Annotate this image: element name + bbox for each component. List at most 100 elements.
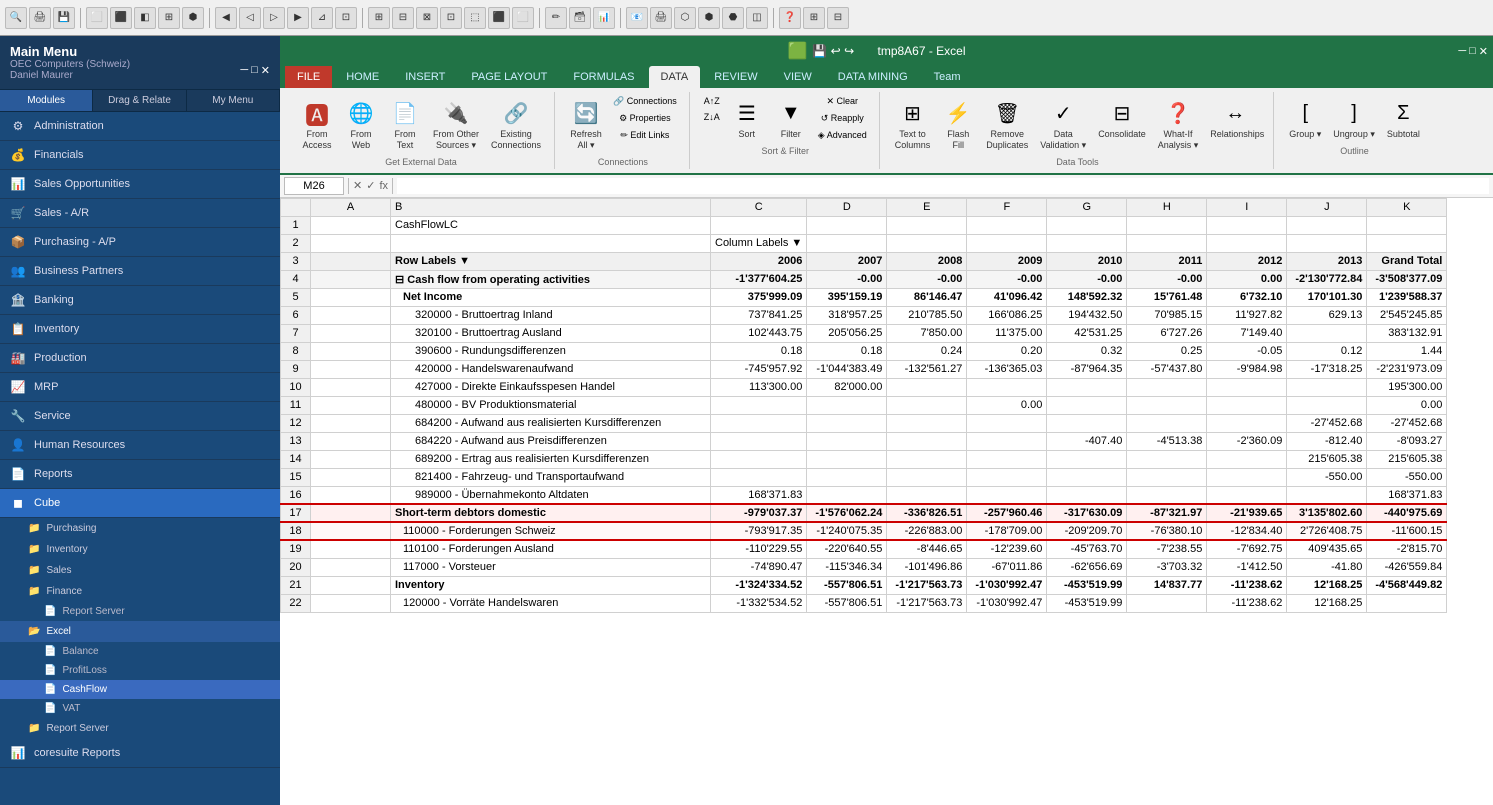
cell-i16[interactable] (1207, 486, 1287, 504)
cell-c19[interactable]: -110'229.55 (711, 540, 807, 558)
cell-j2[interactable] (1287, 234, 1367, 252)
ribbon-tab-page-layout[interactable]: PAGE LAYOUT (459, 66, 559, 88)
cell-i5[interactable]: 6'732.10 (1207, 288, 1287, 306)
sidebar-item-human-resources[interactable]: 👤 Human Resources (0, 431, 280, 460)
cell-h6[interactable]: 70'985.15 (1127, 306, 1207, 324)
ribbon-btn-text-to-columns[interactable]: ⊞ Text toColumns (890, 94, 936, 154)
cell-b6[interactable]: 320000 - Bruttoertrag Inland (391, 306, 711, 324)
cell-d12[interactable] (807, 414, 887, 432)
cell-c4[interactable]: -1'377'604.25 (711, 270, 807, 288)
cell-i7[interactable]: 7'149.40 (1207, 324, 1287, 342)
ribbon-tab-data[interactable]: DATA (649, 66, 701, 88)
cancel-formula-icon[interactable]: ✕ (353, 179, 362, 192)
cell-g11[interactable] (1047, 396, 1127, 414)
cell-i19[interactable]: -7'692.75 (1207, 540, 1287, 558)
toolbar-btn-db[interactable]: 🗃 (569, 7, 591, 29)
cell-e21[interactable]: -1'217'563.73 (887, 576, 967, 594)
col-header-g[interactable]: G (1047, 198, 1127, 216)
cell-d22[interactable]: -557'806.51 (807, 594, 887, 612)
cell-e20[interactable]: -101'496.86 (887, 558, 967, 576)
sidebar-item-business-partners[interactable]: 👥 Business Partners (0, 257, 280, 286)
cell-f17[interactable]: -257'960.46 (967, 504, 1047, 522)
cell-k17[interactable]: -440'975.69 (1367, 504, 1447, 522)
cell-i18[interactable]: -12'834.40 (1207, 522, 1287, 540)
ribbon-btn-relationships[interactable]: ↔ Relationships (1205, 94, 1265, 143)
cell-i9[interactable]: -9'984.98 (1207, 360, 1287, 378)
cell-a13[interactable] (311, 432, 391, 450)
sidebar-item-purchasing[interactable]: 📦 Purchasing - A/P (0, 228, 280, 257)
ribbon-btn-from-web[interactable]: 🌐 FromWeb (340, 94, 382, 154)
cell-k5[interactable]: 1'239'588.37 (1367, 288, 1447, 306)
cell-e3[interactable]: 2008 (887, 252, 967, 270)
cell-e4[interactable]: -0.00 (887, 270, 967, 288)
cell-h16[interactable] (1127, 486, 1207, 504)
cell-c10[interactable]: 113'300.00 (711, 378, 807, 396)
cell-a7[interactable] (311, 324, 391, 342)
cell-k15[interactable]: -550.00 (1367, 468, 1447, 486)
ribbon-btn-from-access[interactable]: 🅰 FromAccess (296, 94, 338, 154)
cell-f15[interactable] (967, 468, 1047, 486)
cell-a9[interactable] (311, 360, 391, 378)
sidebar-item-report-server-2[interactable]: 📁 Report Server (0, 718, 280, 739)
sidebar-item-service[interactable]: 🔧 Service (0, 402, 280, 431)
col-header-i[interactable]: I (1207, 198, 1287, 216)
undo-icon[interactable]: ↩ (831, 44, 841, 58)
cell-h12[interactable] (1127, 414, 1207, 432)
cell-e13[interactable] (887, 432, 967, 450)
cell-b21[interactable]: Inventory (391, 576, 711, 594)
win-maximize-btn[interactable]: □ (1469, 45, 1476, 58)
cell-f13[interactable] (967, 432, 1047, 450)
cell-c6[interactable]: 737'841.25 (711, 306, 807, 324)
cell-f18[interactable]: -178'709.00 (967, 522, 1047, 540)
ribbon-btn-advanced[interactable]: ◈ Advanced (814, 128, 871, 143)
sidebar-scroll-area[interactable]: ⚙ Administration 💰 Financials 📊 Sales Op… (0, 112, 280, 805)
cell-b22[interactable]: 120000 - Vorräte Handelswaren (391, 594, 711, 612)
cell-c21[interactable]: -1'324'334.52 (711, 576, 807, 594)
cell-b3[interactable]: Row Labels ▼ (391, 252, 711, 270)
cell-j17[interactable]: 3'135'802.60 (1287, 504, 1367, 522)
sidebar-item-reports[interactable]: 📄 Reports (0, 460, 280, 489)
cell-h2[interactable] (1127, 234, 1207, 252)
cell-i13[interactable]: -2'360.09 (1207, 432, 1287, 450)
cell-f20[interactable]: -67'011.86 (967, 558, 1047, 576)
redo-icon[interactable]: ↪ (844, 44, 854, 58)
ribbon-tab-file[interactable]: FILE (285, 66, 332, 88)
cell-b13[interactable]: 684220 - Aufwand aus Preisdifferenzen (391, 432, 711, 450)
cell-e16[interactable] (887, 486, 967, 504)
cell-b10[interactable]: 427000 - Direkte Einkaufsspesen Handel (391, 378, 711, 396)
col-header-h[interactable]: H (1127, 198, 1207, 216)
toolbar-btn-6[interactable]: ◀ (215, 7, 237, 29)
cell-d21[interactable]: -557'806.51 (807, 576, 887, 594)
cell-b16[interactable]: 989000 - Übernahmekonto Altdaten (391, 486, 711, 504)
cell-e15[interactable] (887, 468, 967, 486)
spreadsheet-container[interactable]: A B C D E F G H I J K (280, 198, 1493, 805)
ribbon-btn-what-if[interactable]: ❓ What-IfAnalysis ▾ (1153, 94, 1204, 154)
cell-h3[interactable]: 2011 (1127, 252, 1207, 270)
toolbar-btn-13[interactable]: ⊠ (416, 7, 438, 29)
sidebar-item-inventory[interactable]: 📋 Inventory (0, 315, 280, 344)
cell-i12[interactable] (1207, 414, 1287, 432)
cell-d17[interactable]: -1'576'062.24 (807, 504, 887, 522)
cell-k13[interactable]: -8'093.27 (1367, 432, 1447, 450)
col-header-f[interactable]: F (967, 198, 1047, 216)
ribbon-tab-formulas[interactable]: FORMULAS (561, 66, 646, 88)
toolbar-btn-help[interactable]: ❓ (779, 7, 801, 29)
cell-b20[interactable]: 117000 - Vorsteuer (391, 558, 711, 576)
sidebar-item-cube[interactable]: ◼ Cube (0, 489, 280, 518)
cell-reference-box[interactable] (284, 177, 344, 195)
cell-a1[interactable] (311, 216, 391, 234)
toolbar-btn-5[interactable]: ⬢ (182, 7, 204, 29)
cell-f16[interactable] (967, 486, 1047, 504)
cell-i14[interactable] (1207, 450, 1287, 468)
toolbar-btn-16[interactable]: ⬛ (488, 7, 510, 29)
cell-a18[interactable] (311, 522, 391, 540)
cell-k4[interactable]: -3'508'377.09 (1367, 270, 1447, 288)
cell-c5[interactable]: 375'999.09 (711, 288, 807, 306)
cell-d14[interactable] (807, 450, 887, 468)
sidebar-item-banking[interactable]: 🏦 Banking (0, 286, 280, 315)
cell-d11[interactable] (807, 396, 887, 414)
cell-f12[interactable] (967, 414, 1047, 432)
cell-c9[interactable]: -745'957.92 (711, 360, 807, 378)
cell-e2[interactable] (887, 234, 967, 252)
toolbar-btn-pen[interactable]: ✏ (545, 7, 567, 29)
